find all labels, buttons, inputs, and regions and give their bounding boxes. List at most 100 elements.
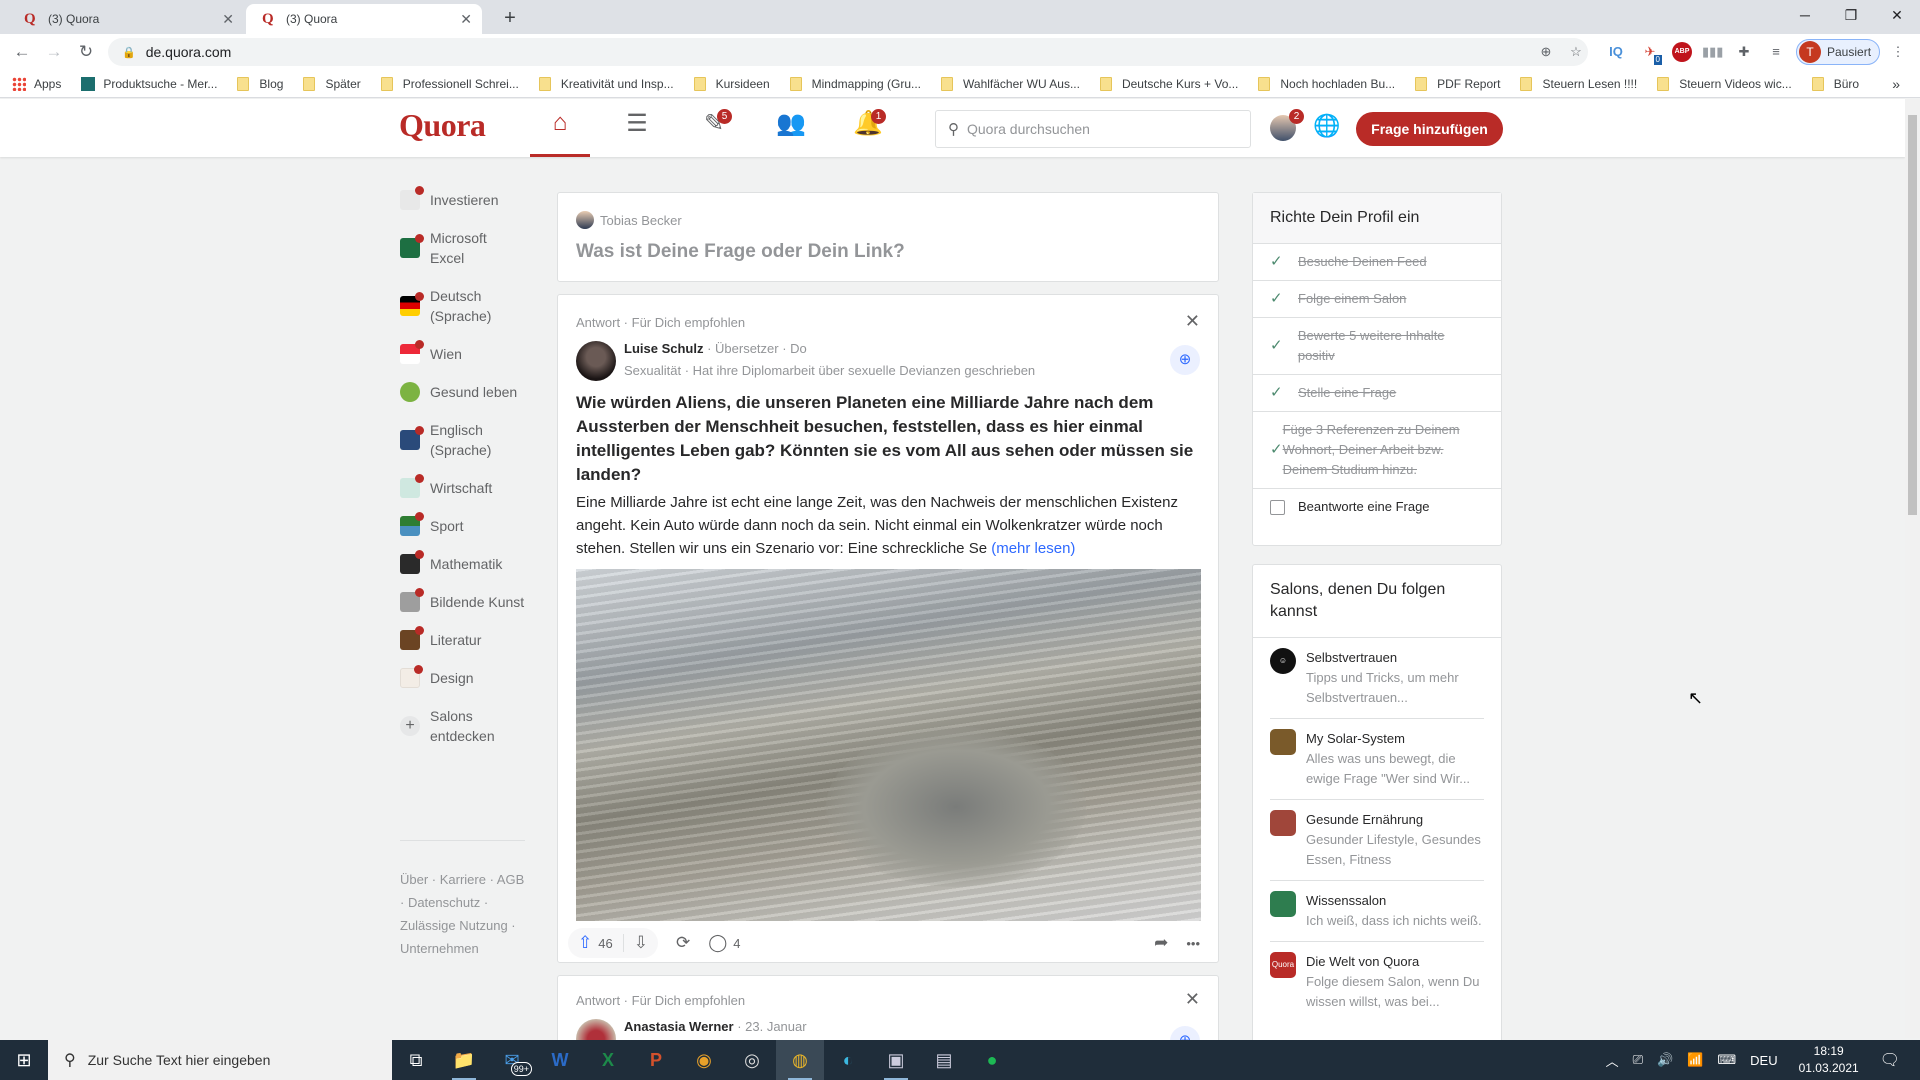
sidebar-item-wirtschaft[interactable]: Wirtschaft [400,474,530,498]
camera-icon[interactable]: ⎚ [1633,1052,1643,1068]
answer-image[interactable] [576,569,1201,921]
notepad-icon[interactable]: ▤ [920,1040,968,1080]
question-title[interactable]: Wie würden Aliens, die unseren Planeten … [576,391,1206,487]
back-icon[interactable]: ← [10,40,34,64]
bookmark-item[interactable]: Produktsuche - Mer... [81,76,217,91]
ask-question-box[interactable]: Tobias Becker Was ist Deine Frage oder D… [557,192,1219,282]
close-tab-icon[interactable]: ✕ [460,11,472,28]
quora-logo[interactable]: Quora [399,107,486,144]
more-bookmarks-button[interactable]: » [1892,76,1900,92]
sidebar-item-mathematik[interactable]: Mathematik [400,550,530,574]
obs-icon[interactable]: ◎ [728,1040,776,1080]
read-more-link[interactable]: (mehr lesen) [991,540,1075,557]
downvote-icon[interactable]: ⇩ [634,933,648,953]
salon-item[interactable]: Quora Die Welt von Quora Folge diesem Salo… [1270,942,1484,1022]
sidebar-item-englisch[interactable]: Englisch (Sprache) [400,420,530,460]
checklist-item[interactable]: ✓ Stelle eine Frage [1253,375,1501,412]
sidebar-item-design[interactable]: Design [400,665,530,688]
notifications-icon[interactable]: 🗨 [1880,1050,1900,1070]
checklist-item[interactable]: ✓ Bewerte 5 weitere Inhalte positiv [1253,318,1501,375]
iq-extension-icon[interactable]: IQ [1606,42,1626,62]
salon-item[interactable]: Wissenssalon Ich weiß, dass ich nichts we… [1270,881,1484,942]
excel-icon[interactable]: X [584,1040,632,1080]
bookmark-folder[interactable]: Blog [237,76,283,91]
sidebar-item-literatur[interactable]: Literatur [400,626,530,650]
sidebar-item-excel[interactable]: Microsoft Excel [400,228,530,268]
more-options-icon[interactable]: ••• [1186,936,1200,951]
bookmark-folder[interactable]: Noch hochladen Bu... [1258,76,1395,91]
bookmark-folder[interactable]: Professionell Schrei... [380,76,519,91]
sidebar-item-bildende-kunst[interactable]: Bildende Kunst [400,588,530,612]
mail-icon[interactable]: ✉ 99+ [488,1040,536,1080]
home-icon[interactable]: ⌂ [530,109,590,157]
new-tab-button[interactable]: + [496,4,524,32]
bookmark-folder[interactable]: Büro [1811,76,1859,91]
powerpoint-icon[interactable]: P [632,1040,680,1080]
bird-extension-icon[interactable]: ✈ 0 [1640,42,1662,65]
close-icon[interactable]: ✕ [1185,989,1200,1010]
bookmark-star-icon[interactable]: ☆ [1566,42,1586,62]
address-bar[interactable]: 🔒 de.quora.com [108,38,1588,66]
sidebar-item-sport[interactable]: Sport [400,512,530,536]
page-scrollbar[interactable] [1905,99,1920,1038]
bookmark-folder[interactable]: Kreativität und Insp... [538,76,674,91]
edge-icon[interactable]: ◐ [824,1040,872,1080]
comment-button[interactable]: ◯ 4 [708,933,740,953]
wifi-icon[interactable]: 📶 [1687,1052,1703,1068]
checklist-item[interactable]: ✓ Folge einem Salon [1253,281,1501,318]
keyboard-icon[interactable]: ⌨ [1717,1052,1736,1068]
chrome-menu-icon[interactable]: ⋮ [1890,42,1906,62]
bookmark-folder[interactable]: Steuern Lesen !!!! [1520,76,1637,91]
minimize-button[interactable]: ─ [1782,0,1828,30]
spotify-icon[interactable]: ● [968,1040,1016,1080]
checklist-item[interactable]: ✓ Füge 3 Referenzen zu Deinem Wohnort, De… [1253,412,1501,489]
restore-button[interactable]: ❐ [1828,0,1874,30]
forward-icon[interactable]: → [42,40,66,64]
sidebar-item-deutsch[interactable]: Deutsch (Sprache) [400,286,530,326]
salon-item[interactable]: Gesunde Ernährung Gesunder Lifestyle, Ges… [1270,800,1484,881]
bookmark-folder[interactable]: Kursideen [693,76,770,91]
reload-icon[interactable]: ↻ [74,40,98,64]
bookmark-folder[interactable]: Steuern Videos wic... [1657,76,1792,91]
quora-search-input[interactable]: ⚲ Quora durchsuchen [935,110,1251,148]
add-question-button[interactable]: Frage hinzufügen [1356,112,1503,146]
browser-tab[interactable]: Q (3) Quora ✕ [8,4,244,34]
bookmark-folder[interactable]: Wahlfächer WU Aus... [941,76,1080,91]
salon-item[interactable]: ☺ Selbstvertrauen Tipps und Tricks, um meh… [1270,638,1484,719]
sidebar-item-investieren[interactable]: Investieren [400,186,530,210]
share-arrow-icon[interactable]: ➦ [1154,933,1168,953]
language-indicator[interactable]: DEU [1750,1053,1777,1068]
file-explorer-icon[interactable]: 📁 [440,1040,488,1080]
bookmark-apps[interactable]: Apps [12,76,61,91]
bookmark-folder[interactable]: Mindmapping (Gru... [789,76,921,91]
globe-language-icon[interactable]: 🌐 [1313,113,1340,139]
close-tab-icon[interactable]: ✕ [222,11,234,28]
browser-tab-active[interactable]: Q (3) Quora ✕ [246,4,482,34]
extensions-puzzle-icon[interactable]: ✚ [1734,42,1754,62]
media-control-icon[interactable]: ≡ [1766,42,1786,62]
signal-bars-icon[interactable]: ▮▮▮ [1702,42,1723,62]
task-view-icon[interactable]: ⧉ [392,1040,440,1080]
user-avatar[interactable]: 2 [1270,109,1304,141]
bookmark-folder[interactable]: Später [303,76,361,91]
discover-spaces-button[interactable]: + Salons entdecken [400,706,530,746]
follow-author-icon[interactable]: ⊕ [1170,345,1200,375]
answer-pencil-icon[interactable]: ✎ 5 [684,109,744,157]
checklist-item[interactable]: ✓ Besuche Deinen Feed [1253,244,1501,281]
bookmark-folder[interactable]: Deutsche Kurs + Vo... [1099,76,1238,91]
volume-icon[interactable]: 🔊 [1657,1052,1673,1068]
sidebar-item-gesund-leben[interactable]: Gesund leben [400,382,530,402]
adblock-icon[interactable]: ABP [1672,42,1692,62]
footer-links[interactable]: Über · Karriere · AGB · Datenschutz · Zu… [400,868,530,960]
chrome-icon[interactable]: ◍ [776,1040,824,1080]
app-icon[interactable]: ◉ [680,1040,728,1080]
author-avatar[interactable] [576,341,616,381]
tray-expand-icon[interactable]: ︿ [1606,1051,1619,1070]
zoom-icon[interactable]: ⊕ [1536,42,1556,62]
app-icon[interactable]: ▣ [872,1040,920,1080]
clock[interactable]: 18:19 01.03.2021 [1799,1043,1859,1077]
share-reshare-icon[interactable]: ⟳ [676,933,690,953]
word-icon[interactable]: W [536,1040,584,1080]
following-list-icon[interactable]: ☰ [607,109,667,157]
checkbox[interactable] [1270,499,1285,515]
